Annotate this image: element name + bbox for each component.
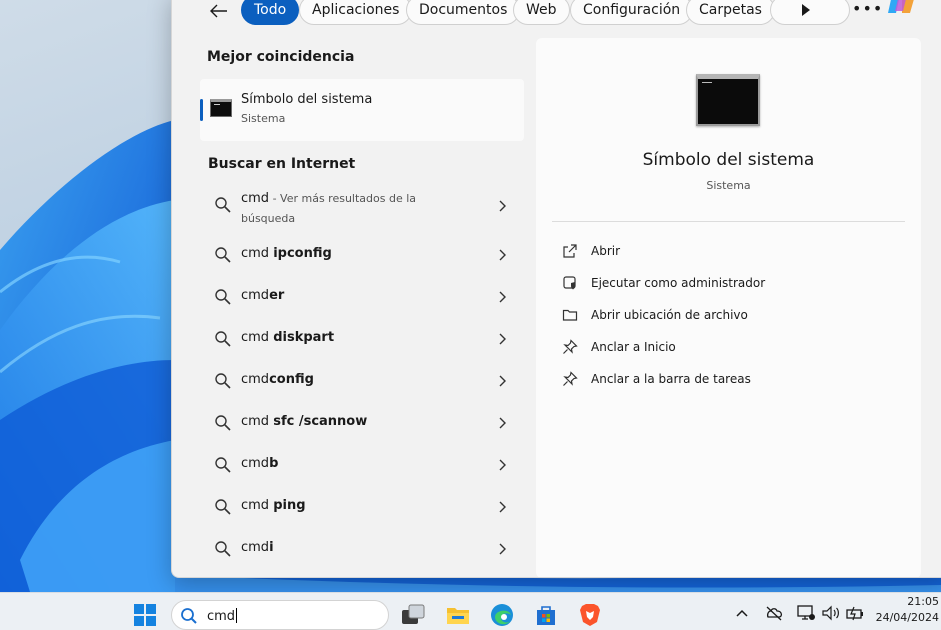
chevron-right-icon xyxy=(499,200,506,212)
folder-icon xyxy=(562,309,578,321)
tab-configuracion[interactable]: Configuración xyxy=(570,0,694,25)
clock-date: 24/04/2024 xyxy=(875,611,939,624)
tab-todo[interactable]: Todo xyxy=(241,0,300,25)
chevron-right-icon xyxy=(499,375,506,387)
search-icon xyxy=(215,457,231,473)
open-external-icon xyxy=(563,244,577,258)
search-icon xyxy=(181,608,197,624)
search-query: cmd xyxy=(207,608,238,624)
admin-shield-icon xyxy=(563,276,576,290)
brave-browser-icon[interactable] xyxy=(577,602,603,628)
web-result-text: cmd diskpart xyxy=(241,330,335,345)
command-prompt-icon xyxy=(210,99,232,117)
more-options-icon[interactable]: ••• xyxy=(852,0,883,18)
web-result-text: cmdi xyxy=(241,540,274,555)
best-match-subtitle: Sistema xyxy=(241,112,286,125)
battery-icon[interactable] xyxy=(845,603,865,623)
web-results-list: cmd - Ver más resultados de la búsqueda … xyxy=(200,183,524,571)
chevron-right-icon xyxy=(499,333,506,345)
web-result-ping[interactable]: cmd ping xyxy=(200,487,524,529)
back-button[interactable] xyxy=(208,1,230,21)
tab-carpetas[interactable]: Carpetas xyxy=(686,0,775,25)
best-match-title: Símbolo del sistema xyxy=(241,92,373,107)
detail-title: Símbolo del sistema xyxy=(642,150,815,170)
display-icon[interactable] xyxy=(796,603,816,623)
chevron-right-icon xyxy=(499,543,506,555)
edge-browser-icon[interactable] xyxy=(489,602,515,628)
chevron-right-icon xyxy=(499,291,506,303)
microsoft-store-icon[interactable] xyxy=(533,602,559,628)
chevron-right-icon xyxy=(499,417,506,429)
filter-bar: Todo Aplicaciones Documentos Web Configu… xyxy=(172,0,941,25)
web-result-text: cmd ipconfig xyxy=(241,246,332,261)
search-icon xyxy=(215,247,231,263)
web-result-cmdconfig[interactable]: cmdconfig xyxy=(200,361,524,403)
chevron-up-icon[interactable] xyxy=(735,603,749,623)
detail-subtitle: Sistema xyxy=(706,179,751,192)
web-search-heading: Buscar en Internet xyxy=(208,156,356,172)
back-arrow-icon xyxy=(210,4,227,18)
divider xyxy=(552,221,905,222)
clock-time: 21:05 xyxy=(907,595,939,608)
taskbar-search-input[interactable]: cmd xyxy=(171,600,389,630)
search-icon xyxy=(215,541,231,557)
selection-indicator xyxy=(200,99,203,121)
chevron-right-icon xyxy=(499,249,506,261)
pin-icon xyxy=(563,339,578,354)
web-result-cmdi[interactable]: cmdi xyxy=(200,529,524,571)
web-result-cmdb[interactable]: cmdb xyxy=(200,445,524,487)
best-match-result[interactable]: Símbolo del sistema Sistema xyxy=(200,79,524,141)
web-result-cmder[interactable]: cmder xyxy=(200,277,524,319)
detail-pane: Símbolo del sistema Sistema Abrir Ejecut… xyxy=(536,38,921,577)
web-result-diskpart[interactable]: cmd diskpart xyxy=(200,319,524,361)
search-icon xyxy=(215,331,231,347)
more-filters-chip[interactable] xyxy=(770,0,850,25)
web-result-text: cmdconfig xyxy=(241,372,314,387)
tab-web[interactable]: Web xyxy=(513,0,570,25)
web-result-text: cmd sfc /scannow xyxy=(241,414,368,429)
tab-documentos[interactable]: Documentos xyxy=(406,0,521,25)
copilot-icon[interactable] xyxy=(886,0,916,15)
search-icon xyxy=(215,499,231,515)
chevron-right-icon xyxy=(499,501,506,513)
chevron-right-icon xyxy=(499,459,506,471)
onedrive-offline-icon[interactable] xyxy=(764,603,784,623)
taskbar: cmd 21:05 24/04/2024 xyxy=(0,592,941,630)
command-prompt-large-icon xyxy=(696,74,760,126)
task-view-icon[interactable] xyxy=(400,602,426,628)
web-result-ipconfig[interactable]: cmd ipconfig xyxy=(200,235,524,277)
web-result-text: cmder xyxy=(241,288,285,303)
pin-icon xyxy=(563,371,578,386)
web-result-cmd[interactable]: cmd - Ver más resultados de la búsqueda xyxy=(200,183,524,235)
search-icon xyxy=(215,197,231,213)
windows-start-icon[interactable] xyxy=(134,604,156,626)
start-search-panel: Todo Aplicaciones Documentos Web Configu… xyxy=(171,0,941,578)
clock[interactable]: 21:05 24/04/2024 xyxy=(870,593,941,630)
web-result-sfc-scannow[interactable]: cmd sfc /scannow xyxy=(200,403,524,445)
search-icon xyxy=(215,415,231,431)
search-icon xyxy=(215,373,231,389)
search-icon xyxy=(215,289,231,305)
web-result-text: cmd - Ver más resultados de la búsqueda xyxy=(241,191,417,225)
volume-icon[interactable] xyxy=(821,603,841,623)
file-explorer-icon[interactable] xyxy=(445,602,471,628)
web-result-text: cmd ping xyxy=(241,498,306,513)
play-icon[interactable] xyxy=(802,4,810,16)
best-match-heading: Mejor coincidencia xyxy=(207,49,355,65)
web-result-text: cmdb xyxy=(241,456,279,471)
tab-aplicaciones[interactable]: Aplicaciones xyxy=(299,0,413,25)
